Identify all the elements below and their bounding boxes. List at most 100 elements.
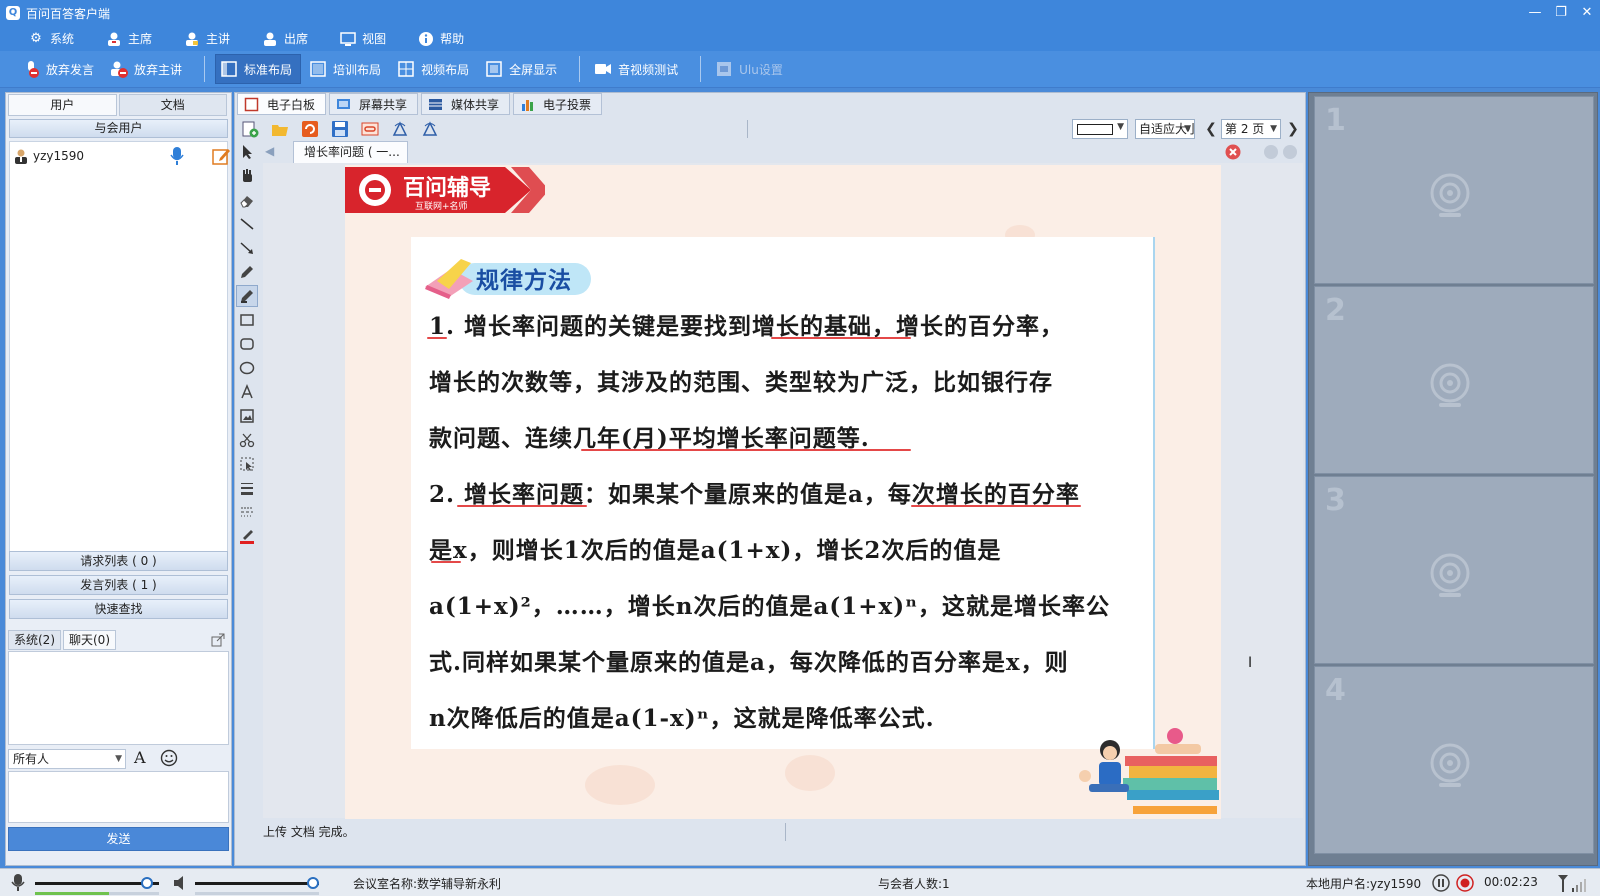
video-slot[interactable]: 4: [1314, 666, 1594, 854]
emoji-icon[interactable]: [160, 749, 178, 767]
chat-input[interactable]: [8, 771, 229, 823]
rounded-rect-tool[interactable]: [236, 333, 258, 355]
slider-knob[interactable]: [141, 877, 153, 889]
status-text: 上传 文档 完成。: [263, 825, 355, 839]
microphone-icon[interactable]: [10, 873, 26, 893]
highlighter-tool[interactable]: [236, 285, 258, 307]
give-up-speak-button[interactable]: 放弃发言: [18, 54, 102, 84]
video-slot[interactable]: 1: [1314, 96, 1594, 284]
back-arrow-icon[interactable]: ◀: [265, 144, 281, 160]
tab-system-messages[interactable]: 系统(2): [8, 630, 61, 650]
menu-system[interactable]: ⚙ 系统: [28, 26, 74, 51]
ellipse-tool[interactable]: [236, 357, 258, 379]
video-slot[interactable]: 3: [1314, 476, 1594, 664]
disabled-toolbar-label: Ulu设置: [739, 62, 783, 77]
record-icon[interactable]: [1456, 874, 1474, 892]
tab-docs[interactable]: 文档: [118, 94, 227, 116]
tab-chat[interactable]: 聊天(0): [63, 630, 116, 650]
tab-users[interactable]: 用户: [8, 94, 117, 116]
brush-color-icon: [240, 530, 254, 544]
chevron-down-icon: ▼: [1117, 122, 1124, 132]
page-select[interactable]: 第 2 页 ▼: [1221, 119, 1281, 139]
line-tool[interactable]: [236, 213, 258, 235]
training-layout-button[interactable]: 培训布局: [305, 54, 389, 84]
list-item[interactable]: yzy1590: [13, 145, 230, 167]
slider-knob[interactable]: [307, 877, 319, 889]
refresh-icon[interactable]: [301, 120, 319, 138]
speaker-icon[interactable]: [172, 875, 188, 891]
mic-volume-slider[interactable]: [35, 877, 159, 891]
standard-layout-button[interactable]: 标准布局: [215, 54, 302, 84]
speak-list-button[interactable]: 发言列表 ( 1 ): [9, 575, 228, 595]
arrow-tool[interactable]: [236, 237, 258, 259]
menu-attend[interactable]: 出席: [262, 26, 308, 51]
region-select-tool[interactable]: [236, 453, 258, 475]
pen-color-select[interactable]: ▼: [1072, 119, 1128, 139]
close-document-icon[interactable]: [1225, 144, 1241, 160]
font-button[interactable]: A: [134, 748, 146, 767]
drawing-tools: [236, 141, 260, 561]
layout-icon: [309, 60, 327, 78]
rotate-right-icon[interactable]: [421, 120, 439, 138]
tab-media-share[interactable]: 媒体共享: [421, 93, 511, 115]
media-share-icon: [429, 98, 443, 110]
tab-whiteboard[interactable]: 电子白板: [237, 93, 327, 115]
minimize-button[interactable]: —: [1522, 0, 1548, 26]
local-username: 本地用户名:yzy1590: [1306, 877, 1422, 891]
red-underline: [581, 449, 911, 451]
text-tool[interactable]: [236, 381, 258, 403]
menu-help[interactable]: 帮助: [418, 26, 464, 51]
disabled-toolbar-button[interactable]: Ulu设置: [711, 54, 791, 84]
document-tab[interactable]: 增长率问题 ( 一...: [293, 141, 408, 163]
mic-active-icon[interactable]: [169, 146, 185, 166]
next-page-icon[interactable]: ❯: [1285, 119, 1301, 139]
restore-button[interactable]: ❐: [1548, 0, 1574, 26]
select-tool[interactable]: [236, 141, 258, 163]
red-underline: [911, 505, 1081, 507]
line-width-tool[interactable]: [236, 477, 258, 499]
rectangle-tool[interactable]: [236, 309, 258, 331]
tab-voting[interactable]: 电子投票: [513, 93, 603, 115]
video-slot[interactable]: 2: [1314, 286, 1594, 474]
recipient-select[interactable]: 所有人 ▼: [8, 749, 126, 769]
popout-icon[interactable]: [211, 633, 225, 647]
link-icon[interactable]: [361, 120, 379, 138]
save-icon[interactable]: [331, 120, 349, 138]
video-layout-button[interactable]: 视频布局: [393, 54, 477, 84]
zoom-select[interactable]: 自适应大小 ▼: [1135, 119, 1195, 139]
pen-tool[interactable]: [236, 261, 258, 283]
speaker-user-icon: [184, 31, 200, 47]
request-list-button[interactable]: 请求列表 ( 0 ): [9, 551, 228, 571]
image-tool[interactable]: [236, 405, 258, 427]
open-folder-icon[interactable]: [271, 120, 289, 138]
text-line: 是x，则增长1次后的值是a(1+x)，增长2次后的值是: [429, 537, 1002, 564]
webcam-icon: [1430, 743, 1470, 787]
send-button[interactable]: 发送: [8, 827, 229, 851]
menu-lecturer[interactable]: 主讲: [184, 26, 230, 51]
fullscreen-button[interactable]: 全屏显示: [481, 54, 565, 84]
close-button[interactable]: ✕: [1574, 0, 1600, 26]
av-test-button[interactable]: 音视频测试: [590, 54, 686, 84]
menu-view[interactable]: 视图: [340, 26, 386, 51]
prev-page-icon[interactable]: ❮: [1203, 119, 1219, 139]
color-tool[interactable]: [236, 525, 258, 547]
cut-tool[interactable]: [236, 429, 258, 451]
edit-permission-icon[interactable]: [211, 146, 231, 166]
video-panel: 1 2 3 4: [1308, 92, 1598, 866]
text-line: a(1+x)²，……，增长n次后的值是a(1+x)ⁿ，这就是增长率公: [429, 593, 1111, 620]
color-swatch: [1077, 124, 1113, 135]
scroll-left-icon[interactable]: [1264, 145, 1278, 159]
scroll-right-icon[interactable]: [1283, 145, 1297, 159]
pan-tool[interactable]: [236, 165, 258, 187]
menu-chair[interactable]: 主席: [106, 26, 152, 51]
eraser-tool[interactable]: [236, 189, 258, 211]
quick-search-button[interactable]: 快速查找: [9, 599, 228, 619]
speaker-volume-slider[interactable]: [195, 877, 319, 891]
pause-icon[interactable]: [1432, 874, 1450, 892]
line-style-tool[interactable]: [236, 501, 258, 523]
tab-screen-share[interactable]: 屏幕共享: [329, 93, 419, 115]
camera-test-icon: [594, 60, 612, 78]
new-page-icon[interactable]: [241, 120, 259, 138]
give-up-lecture-button[interactable]: 放弃主讲: [106, 54, 190, 84]
rotate-left-icon[interactable]: [391, 120, 409, 138]
